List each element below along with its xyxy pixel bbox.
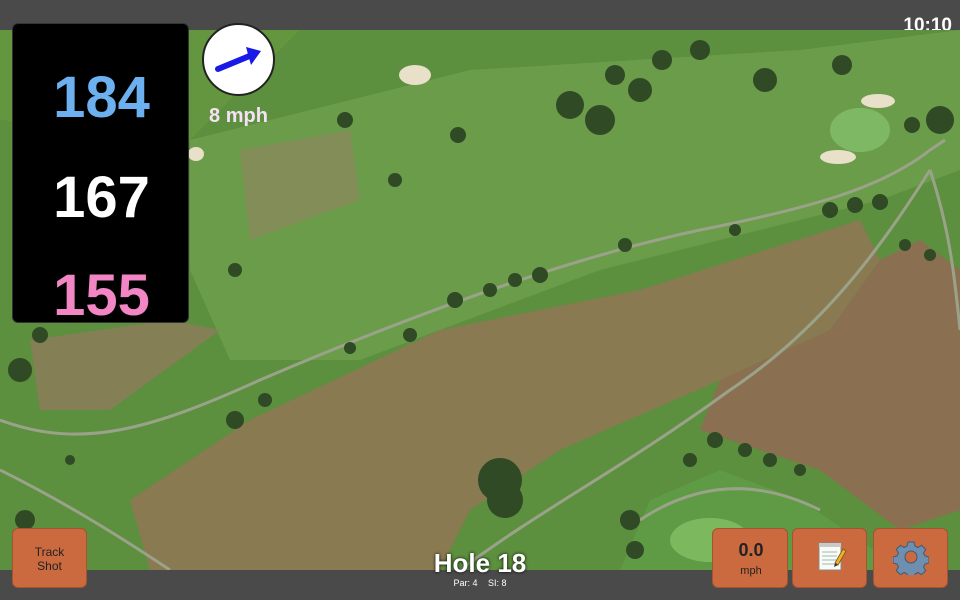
middle-distance: 167 bbox=[53, 165, 150, 230]
wind-speed: 8 mph bbox=[209, 105, 268, 127]
wind-arrow-icon bbox=[215, 47, 261, 72]
speed-unit: mph bbox=[740, 565, 762, 577]
hole-si: SI: 8 bbox=[488, 578, 507, 588]
track-shot-label-line2: Shot bbox=[37, 559, 62, 573]
hole-meta: Par: 4 SI: 8 bbox=[380, 578, 580, 588]
settings-button[interactable] bbox=[873, 528, 948, 588]
speed-button[interactable]: 0.0 mph bbox=[712, 528, 788, 588]
track-shot-label-line1: Track bbox=[34, 545, 65, 559]
gear-icon bbox=[892, 541, 929, 575]
distance-panel: 184 167 155 bbox=[12, 23, 189, 328]
hole-title: Hole 18 bbox=[433, 548, 527, 578]
notepad-icon bbox=[818, 542, 847, 571]
wind-indicator bbox=[202, 23, 275, 96]
speed-value: 0.0 bbox=[738, 540, 764, 560]
front-distance: 155 bbox=[53, 263, 150, 328]
notes-button[interactable] bbox=[792, 528, 867, 588]
hole-par: Par: 4 bbox=[453, 578, 478, 588]
back-distance: 184 bbox=[53, 65, 150, 130]
track-shot-button[interactable]: Track Shot bbox=[12, 528, 87, 588]
